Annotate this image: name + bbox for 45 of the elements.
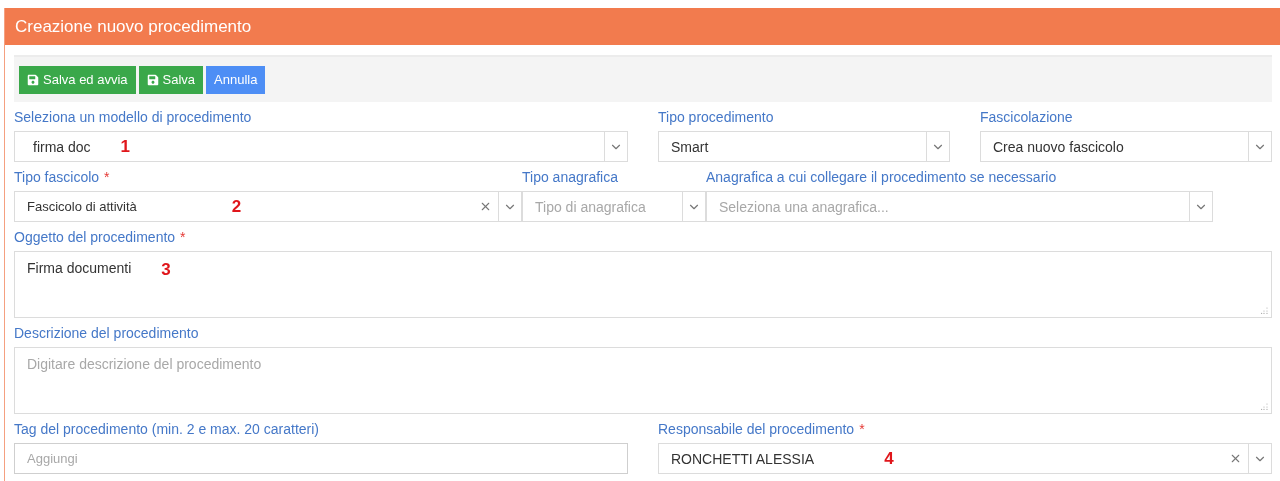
cancel-button[interactable]: Annulla [206,65,266,94]
field-label: Descrizione del procedimento [14,324,200,343]
field-value: Smart [670,138,709,155]
clear-icon[interactable] [479,200,492,213]
placeholder-text: Tipo di anagrafica [534,198,646,215]
placeholder-text: Aggiungi [26,451,78,466]
annotation-number: 4 [884,448,894,469]
save-button[interactable]: Salva ed avvia [19,65,136,94]
save-button[interactable]: Salva [138,65,204,94]
field-label: Fascicolazione [980,108,1074,127]
select-field[interactable]: Smart [658,131,950,162]
field-label: Tipo procedimento [658,108,775,127]
required-mark: * [180,229,186,245]
select-field[interactable]: firma doc 1 [14,131,628,162]
clear-icon[interactable] [1229,452,1242,465]
field-value: Fascicolo di attività [26,199,137,214]
field-value: Crea nuovo fascicolo [992,138,1124,155]
floppy-icon [146,73,159,86]
select-field[interactable]: Seleziona una anagrafica... [706,191,1213,222]
page-header: Creazione nuovo procedimento [5,8,1280,45]
select-field[interactable]: Tipo di anagrafica [522,191,706,222]
field-label: Tipo anagrafica [522,168,619,187]
field-label: Seleziona un modello di procedimento [14,108,253,127]
field-label: Oggetto del procedimento * [14,228,187,247]
text-area[interactable]: Digitare descrizione del procedimento [14,347,1272,414]
field-value: RONCHETTI ALESSIA [670,450,815,467]
field-value: firma doc [32,138,91,155]
floppy-icon [27,73,39,86]
placeholder-text: Digitare descrizione del procedimento [26,356,262,372]
input-field[interactable]: Aggiungi [14,443,628,474]
required-mark: * [104,169,110,185]
text-area[interactable]: Firma documenti 3 [14,251,1272,318]
field-label: Anagrafica a cui collegare il procedimento se necessario [706,168,1058,187]
annotation-number: 2 [231,196,242,217]
annotation-number: 1 [120,136,131,157]
select-field[interactable]: Crea nuovo fascicolo [980,131,1272,162]
field-label: Responsabile del procedimento * [658,420,866,439]
field-label: Tipo fascicolo * [14,168,111,187]
annotation-number: 3 [161,260,171,280]
field-value: Firma documenti [26,260,132,276]
placeholder-text: Seleziona una anagrafica... [718,198,889,215]
select-field[interactable]: RONCHETTI ALESSIA 4 [658,443,1272,474]
select-field[interactable]: Fascicolo di attività 2 [14,191,522,222]
required-mark: * [859,421,865,437]
field-label: Tag del procedimento (min. 2 e max. 20 caratteri) [14,420,321,439]
